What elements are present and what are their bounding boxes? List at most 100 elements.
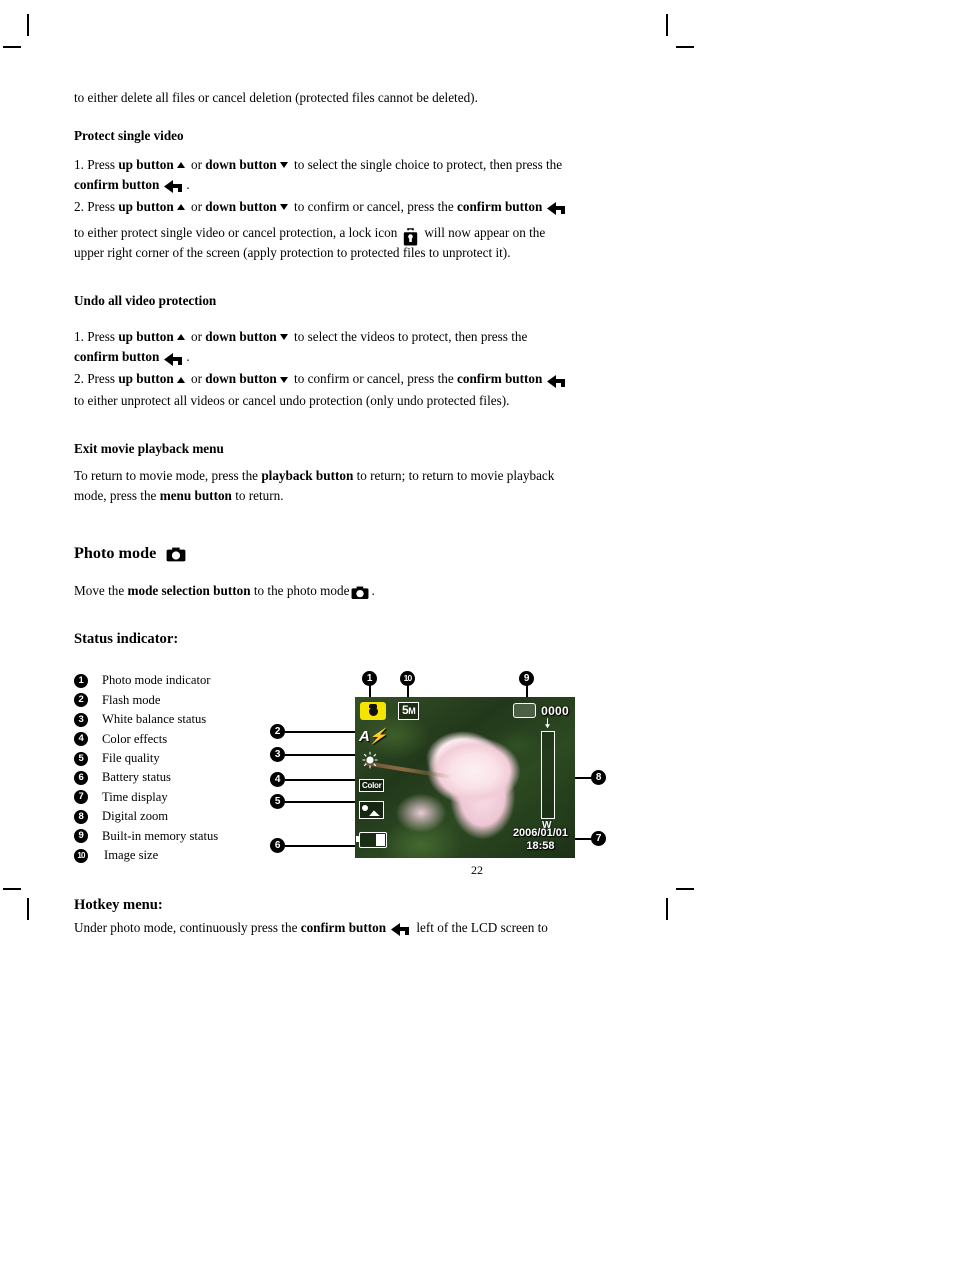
callout-2-leader: [285, 731, 360, 733]
legend-item: 4 Color effects: [74, 729, 289, 748]
step2-or: or: [187, 198, 206, 214]
crop-mark-top-left-horizontal: [3, 46, 21, 48]
menu-button-label: menu button: [159, 488, 232, 504]
time-value: 18:58: [526, 839, 555, 852]
lcd-screen: 5M 0000 A⚡ Color W 2006/01/01 18:58: [355, 697, 575, 859]
protect-single-video-step-1: 1. Press up button or down button to sel…: [74, 155, 684, 195]
legend-bullet-2: 2: [74, 693, 88, 708]
callout-6: 6: [270, 838, 285, 854]
step1-suffix: .: [186, 349, 190, 365]
step1-or: or: [187, 156, 206, 172]
camera-icon: [166, 547, 186, 562]
crop-mark-top-right-vertical: [666, 14, 668, 36]
legend-bullet-8: 8: [74, 809, 88, 824]
callout-10: 10: [400, 671, 415, 687]
step1-prefix: 1. Press: [74, 328, 119, 344]
callout-8: 8: [591, 770, 606, 786]
legend-bullet-4: 4: [74, 732, 88, 747]
undo-all-step-2: 2. Press up button or down button to con…: [74, 369, 684, 389]
zoom-tele-icon: [545, 718, 550, 729]
step2-middle: to confirm or cancel, press the: [290, 198, 457, 214]
time-display-indicator: 2006/01/01 18:58: [513, 827, 568, 852]
callout-6-leader: [285, 845, 360, 847]
undo-all-step-1: 1. Press up button or down button to sel…: [74, 327, 684, 367]
legend-item: 8 Digital zoom: [74, 807, 289, 826]
step2-middle: to confirm or cancel, press the: [290, 371, 457, 387]
down-arrow-icon: [279, 162, 288, 169]
callout-4-leader: [285, 779, 360, 781]
up-arrow-icon: [176, 334, 185, 341]
lcd-preview-figure: 1 10 9 2 3 4 5 6 8 7 5M 0000 A⚡ Color W …: [270, 671, 606, 871]
callout-3: 3: [270, 747, 285, 763]
photo-mode-indicator-icon: [360, 702, 386, 721]
legend-item: 3 White balance status: [74, 710, 289, 729]
step2-or: or: [187, 371, 206, 387]
photo-mode-body-prefix: Move the: [74, 582, 128, 598]
camera-icon: [351, 586, 369, 600]
legend-bullet-3: 3: [74, 712, 88, 727]
legend-bullet-5: 5: [74, 751, 88, 766]
exit-body-line2-suffix: to return.: [231, 488, 284, 504]
result-text-line2: upper right corner of the screen (apply …: [74, 245, 511, 261]
up-button-label: up button: [118, 371, 174, 387]
photo-mode-body: Move the mode selection button to the ph…: [74, 581, 684, 601]
legend-bullet-6: 6: [74, 770, 88, 785]
heading-undo-all-video-protection: Undo all video protection: [74, 293, 217, 309]
heading-photo-mode: Photo mode: [74, 542, 684, 565]
legend-label-color-effects: Color effects: [102, 731, 168, 746]
crop-mark-top-right-horizontal: [676, 46, 694, 48]
step1-suffix: .: [186, 176, 190, 192]
legend-item: 5 File quality: [74, 749, 289, 768]
down-arrow-icon: [279, 334, 288, 341]
exit-movie-playback-body: To return to movie mode, press the playb…: [74, 466, 684, 506]
step1-middle: to select the videos to protect, then pr…: [290, 328, 528, 344]
memory-remaining-count: 0000: [541, 703, 569, 718]
photo-mode-title: Photo mode: [74, 544, 157, 563]
legend-item: 7 Time display: [74, 788, 289, 807]
file-quality-icon: [359, 801, 384, 820]
callout-1: 1: [362, 671, 377, 687]
legend-label-photo-mode-indicator: Photo mode indicator: [102, 673, 211, 688]
image-size-unit: M: [408, 706, 416, 717]
crop-mark-bottom-left-vertical: [27, 898, 29, 920]
built-in-memory-status-indicator: 0000: [513, 703, 569, 719]
crop-mark-top-left-vertical: [27, 14, 29, 36]
legend-label-digital-zoom: Digital zoom: [102, 809, 169, 824]
hotkey-body-prefix: Under photo mode, continuously press the: [74, 919, 301, 935]
confirm-button-label: confirm button: [457, 371, 543, 387]
crop-mark-bottom-left-horizontal: [3, 888, 21, 890]
confirm-button-label: confirm button: [74, 176, 160, 192]
legend-bullet-9: 9: [74, 829, 88, 844]
date-value: 2006/01/01: [512, 827, 568, 840]
digital-zoom-slider: W: [541, 718, 555, 831]
exit-body-line2-prefix: mode, press the: [74, 488, 160, 504]
callout-2: 2: [270, 724, 285, 740]
confirm-arrow-icon: [163, 180, 183, 194]
legend-item: 2 Flash mode: [74, 691, 289, 710]
legend-item: 9 Built-in memory status: [74, 826, 289, 845]
legend-label-white-balance-status: White balance status: [102, 712, 207, 727]
protect-single-video-result: to either protect single video or cancel…: [74, 223, 684, 263]
confirm-button-label: confirm button: [457, 198, 543, 214]
legend-bullet-10: 10: [74, 848, 88, 863]
legend-bullet-1: 1: [74, 673, 88, 688]
image-size-indicator: 5M: [398, 702, 420, 721]
down-button-label: down button: [205, 328, 277, 344]
up-button-label: up button: [118, 198, 174, 214]
protect-single-video-step-2: 2. Press up button or down button to con…: [74, 197, 684, 217]
heading-hotkey-menu: Hotkey menu:: [74, 897, 163, 914]
legend-label-image-size: Image size: [104, 848, 159, 862]
legend-label-built-in-memory-status: Built-in memory status: [102, 828, 219, 843]
result-text-part2: will now appear on the: [424, 225, 546, 241]
lock-icon: [403, 227, 418, 246]
up-button-label: up button: [118, 156, 174, 172]
confirm-arrow-icon: [163, 352, 183, 367]
confirm-button-label: confirm button: [74, 349, 160, 365]
callout-9: 9: [519, 671, 534, 687]
step1-prefix: 1. Press: [74, 156, 119, 172]
callout-3-leader: [285, 754, 360, 756]
legend-bullet-7: 7: [74, 790, 88, 805]
confirm-button-label: confirm button: [300, 919, 387, 935]
down-button-label: down button: [205, 371, 277, 387]
down-arrow-icon: [279, 204, 288, 211]
